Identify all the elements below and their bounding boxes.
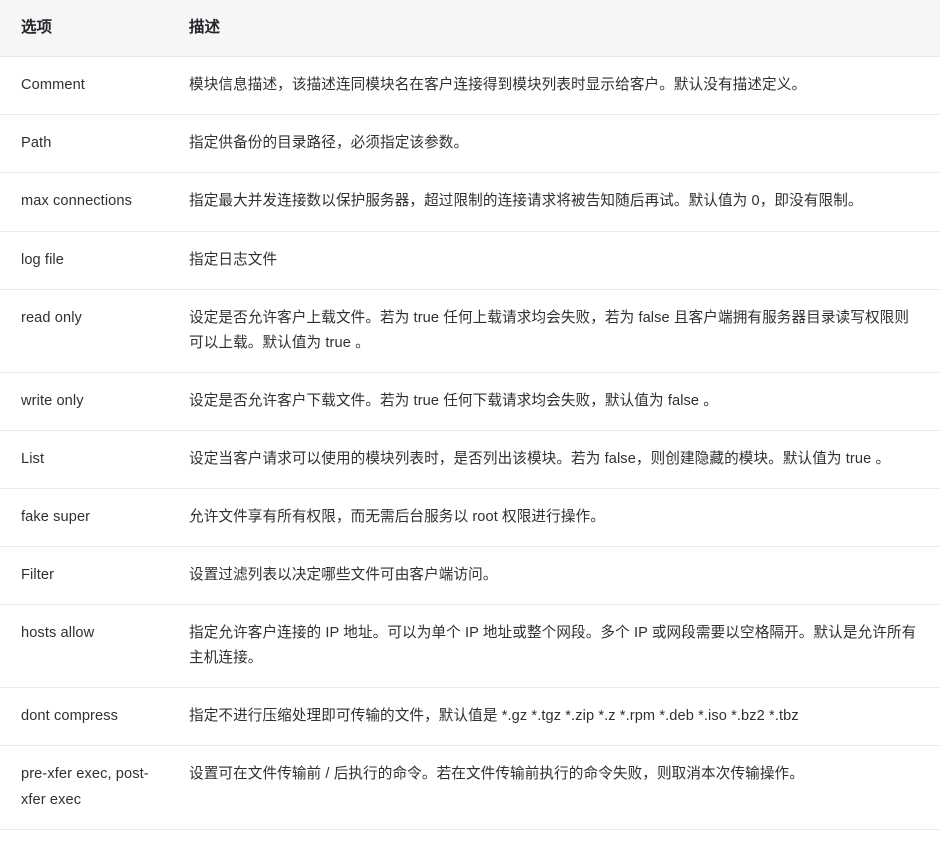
table-row: Path 指定供备份的目录路径，必须指定该参数。 [0, 114, 940, 173]
description-cell: 设定是否允许客户上载文件。若为 true 任何上载请求均会失败，若为 false… [182, 288, 940, 373]
option-description: 设置可在文件传输前 / 后执行的命令。若在文件传输前执行的命令失败，则取消本次传… [189, 766, 804, 783]
description-cell: 设定是否允许客户下载文件。若为 true 任何下载请求均会失败，默认值为 fal… [182, 371, 940, 431]
table-row: max connections 指定最大并发连接数以保护服务器，超过限制的连接请求… [0, 172, 940, 232]
table-row: read only 设定是否允许客户上载文件。若为 true 任何上载请求均会失败… [0, 288, 940, 373]
option-description: 指定最大并发连接数以保护服务器，超过限制的连接请求将被告知随后再试。默认值为 0… [189, 193, 863, 210]
option-name: Filter [21, 567, 55, 584]
option-cell: read only [0, 288, 182, 373]
description-cell: 设定当客户请求可以使用的模块列表时，是否列出该模块。若为 false，则创建隐藏… [182, 429, 940, 489]
table-row: Filter 设置过滤列表以决定哪些文件可由客户端访问。 [0, 546, 940, 605]
option-cell: fake super [0, 487, 182, 547]
option-cell: dont compress [0, 687, 182, 746]
table-row: fake super 允许文件享有所有权限，而无需后台服务以 root 权限进行操… [0, 487, 940, 547]
option-description: 模块信息描述，该描述连同模块名在客户连接得到模块列表时显示给客户。默认没有描述定… [189, 77, 807, 94]
table-header-row: 选项 描述 [0, 0, 940, 57]
option-name: fake super [21, 509, 91, 525]
option-description: 设定是否允许客户上载文件。若为 true 任何上载请求均会失败，若为 false… [189, 309, 910, 351]
option-cell: hosts allow [0, 604, 182, 688]
option-description: 指定供备份的目录路径，必须指定该参数。 [189, 135, 469, 152]
option-name: Path [21, 135, 52, 152]
column-header-description: 描述 [182, 0, 940, 57]
option-name: hosts allow [21, 625, 95, 642]
table-row: dont compress 指定不进行压缩处理即可传输的文件，默认值是 *.gz … [0, 687, 940, 746]
option-name: write only [21, 392, 84, 409]
table-row: List 设定当客户请求可以使用的模块列表时，是否列出该模块。若为 false，则… [0, 429, 940, 489]
table-row: Comment 模块信息描述，该描述连同模块名在客户连接得到模块列表时显示给客户。… [0, 57, 940, 115]
options-table-container: 选项 描述 Comment 模块信息描述，该描述连同模块名在客户连接得到模块列表时… [0, 0, 944, 830]
table-header: 选项 描述 [0, 0, 940, 57]
option-cell: max connections [0, 172, 182, 232]
option-name: dont compress [21, 708, 119, 725]
option-description: 允许文件享有所有权限，而无需后台服务以 root 权限进行操作。 [189, 509, 605, 525]
description-cell: 模块信息描述，该描述连同模块名在客户连接得到模块列表时显示给客户。默认没有描述定… [182, 57, 940, 115]
table-row: log file 指定日志文件 [0, 230, 940, 290]
option-cell: pre-xfer exec, post-xfer exec [0, 745, 182, 830]
option-description: 指定不进行压缩处理即可传输的文件，默认值是 *.gz *.tgz *.zip *… [189, 708, 799, 725]
option-cell: Path [0, 114, 182, 173]
description-cell: 指定最大并发连接数以保护服务器，超过限制的连接请求将被告知随后再试。默认值为 0… [182, 172, 940, 232]
option-description: 设置过滤列表以决定哪些文件可由客户端访问。 [189, 567, 498, 584]
description-cell: 指定不进行压缩处理即可传输的文件，默认值是 *.gz *.tgz *.zip *… [182, 687, 940, 746]
option-name: pre-xfer exec, post-xfer exec [21, 766, 149, 808]
description-cell: 设置过滤列表以决定哪些文件可由客户端访问。 [182, 546, 940, 605]
option-name: max connections [21, 193, 133, 210]
table-row: pre-xfer exec, post-xfer exec 设置可在文件传输前 /… [0, 745, 940, 830]
option-name: List [21, 450, 45, 467]
description-cell: 指定日志文件 [182, 230, 940, 290]
option-cell: Filter [0, 546, 182, 605]
option-description: 指定允许客户连接的 IP 地址。可以为单个 IP 地址或整个网段。多个 IP 或… [189, 625, 917, 667]
option-cell: Comment [0, 57, 182, 115]
description-cell: 设置可在文件传输前 / 后执行的命令。若在文件传输前执行的命令失败，则取消本次传… [182, 745, 940, 830]
table-row: write only 设定是否允许客户下载文件。若为 true 任何下载请求均会失… [0, 371, 940, 431]
option-cell: write only [0, 371, 182, 431]
description-cell: 指定供备份的目录路径，必须指定该参数。 [182, 114, 940, 173]
option-description: 指定日志文件 [189, 251, 278, 268]
option-name: Comment [21, 77, 85, 94]
description-cell: 允许文件享有所有权限，而无需后台服务以 root 权限进行操作。 [182, 487, 940, 547]
option-name: read only [21, 309, 82, 326]
table-body: Comment 模块信息描述，该描述连同模块名在客户连接得到模块列表时显示给客户。… [0, 57, 940, 830]
option-name: log file [21, 251, 64, 268]
description-cell: 指定允许客户连接的 IP 地址。可以为单个 IP 地址或整个网段。多个 IP 或… [182, 604, 940, 688]
rsyncd-module-options-table: 选项 描述 Comment 模块信息描述，该描述连同模块名在客户连接得到模块列表时… [0, 0, 940, 830]
column-header-option: 选项 [0, 0, 182, 57]
option-description: 设定当客户请求可以使用的模块列表时，是否列出该模块。若为 false，则创建隐藏… [189, 450, 891, 467]
option-description: 设定是否允许客户下载文件。若为 true 任何下载请求均会失败，默认值为 fal… [189, 392, 719, 409]
option-cell: log file [0, 230, 182, 290]
table-row: hosts allow 指定允许客户连接的 IP 地址。可以为单个 IP 地址或整… [0, 604, 940, 688]
option-cell: List [0, 429, 182, 489]
